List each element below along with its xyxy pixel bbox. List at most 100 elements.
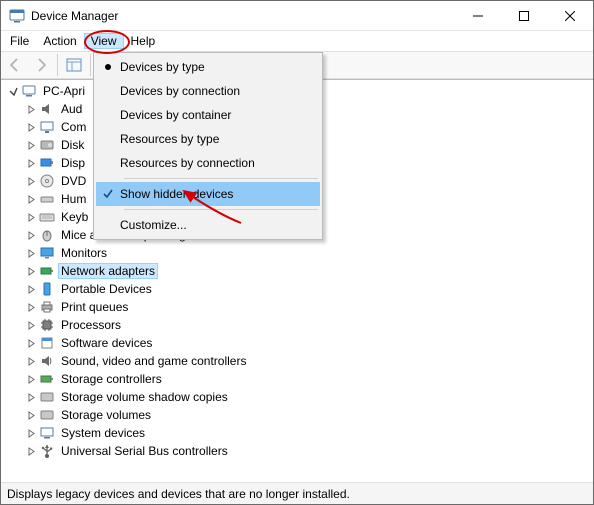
menu-action[interactable]: Action: [36, 33, 83, 49]
tree-item-label: Monitors: [59, 246, 109, 260]
menu-resources-by-connection[interactable]: Resources by connection: [96, 151, 320, 175]
expand-icon[interactable]: [23, 353, 39, 369]
tree-item-storage-controllers[interactable]: Storage controllers: [3, 370, 593, 388]
menu-view[interactable]: View: [84, 33, 124, 49]
menu-customize[interactable]: Customize...: [96, 213, 320, 237]
storage-controller-icon: [39, 371, 55, 387]
expand-icon[interactable]: [23, 209, 39, 225]
toolbar-divider: [90, 54, 91, 76]
expand-icon[interactable]: [23, 137, 39, 153]
menu-devices-by-connection[interactable]: Devices by connection: [96, 79, 320, 103]
menu-resources-by-type[interactable]: Resources by type: [96, 127, 320, 151]
tree-item-label: Storage volume shadow copies: [59, 390, 230, 404]
menu-separator: [124, 209, 318, 210]
expand-icon[interactable]: [23, 119, 39, 135]
tree-item-label: Software devices: [59, 336, 154, 350]
computer-icon: [21, 83, 37, 99]
tree-item-sound[interactable]: Sound, video and game controllers: [3, 352, 593, 370]
expand-icon[interactable]: [23, 389, 39, 405]
tree-item-label: System devices: [59, 426, 147, 440]
expand-icon[interactable]: [23, 317, 39, 333]
menu-separator: [124, 178, 318, 179]
radio-bullet-icon: [96, 64, 120, 70]
tree-item-label: Hum: [59, 192, 88, 206]
tree-root-label: PC-Apri: [41, 84, 87, 98]
titlebar: Device Manager: [1, 1, 593, 31]
menu-item-label: Devices by container: [120, 108, 231, 122]
processor-icon: [39, 317, 55, 333]
tree-item-label: Keyb: [59, 210, 90, 224]
tree-item-monitors[interactable]: Monitors: [3, 244, 593, 262]
menu-file[interactable]: File: [3, 33, 36, 49]
menu-item-label: Devices by connection: [120, 84, 240, 98]
tree-item-label: Sound, video and game controllers: [59, 354, 248, 368]
dvd-icon: [39, 173, 55, 189]
tree-item-label: Aud: [59, 102, 84, 116]
maximize-button[interactable]: [501, 1, 547, 31]
menu-show-hidden-devices[interactable]: Show hidden devices: [96, 182, 320, 206]
display-adapter-icon: [39, 155, 55, 171]
disk-icon: [39, 137, 55, 153]
volume-icon: [39, 407, 55, 423]
expand-icon[interactable]: [23, 227, 39, 243]
menu-item-label: Devices by type: [120, 60, 205, 74]
window-root: Device Manager File Action View Help ? P…: [0, 0, 594, 505]
tree-item-portable[interactable]: Portable Devices: [3, 280, 593, 298]
tree-item-network-adapters[interactable]: Network adapters: [3, 262, 593, 280]
software-icon: [39, 335, 55, 351]
menu-help[interactable]: Help: [124, 33, 163, 49]
tree-item-processors[interactable]: Processors: [3, 316, 593, 334]
minimize-button[interactable]: [455, 1, 501, 31]
tree-item-label: Processors: [59, 318, 123, 332]
volume-icon: [39, 389, 55, 405]
tree-item-software-devices[interactable]: Software devices: [3, 334, 593, 352]
expand-icon[interactable]: [23, 173, 39, 189]
expand-icon[interactable]: [23, 443, 39, 459]
check-icon: [96, 188, 120, 200]
back-button[interactable]: [3, 53, 27, 77]
tree-item-print-queues[interactable]: Print queues: [3, 298, 593, 316]
status-text: Displays legacy devices and devices that…: [7, 487, 350, 501]
expand-icon[interactable]: [23, 425, 39, 441]
tree-item-shadow-copies[interactable]: Storage volume shadow copies: [3, 388, 593, 406]
close-button[interactable]: [547, 1, 593, 31]
pc-icon: [39, 119, 55, 135]
menu-devices-by-container[interactable]: Devices by container: [96, 103, 320, 127]
tree-item-label: Network adapters: [59, 264, 157, 278]
expand-icon[interactable]: [23, 263, 39, 279]
menu-item-label: Customize...: [120, 218, 187, 232]
tree-item-label: Com: [59, 120, 88, 134]
app-icon: [9, 8, 25, 24]
expand-icon[interactable]: [23, 155, 39, 171]
sound-icon: [39, 353, 55, 369]
tree-item-usb[interactable]: Universal Serial Bus controllers: [3, 442, 593, 460]
forward-button[interactable]: [29, 53, 53, 77]
collapse-icon[interactable]: [5, 83, 21, 99]
tree-item-label: Portable Devices: [59, 282, 154, 296]
system-icon: [39, 425, 55, 441]
show-hide-console-tree-button[interactable]: [62, 53, 86, 77]
menu-devices-by-type[interactable]: Devices by type: [96, 55, 320, 79]
monitor-icon: [39, 245, 55, 261]
speaker-icon: [39, 101, 55, 117]
expand-icon[interactable]: [23, 191, 39, 207]
tree-item-system-devices[interactable]: System devices: [3, 424, 593, 442]
window-title: Device Manager: [31, 9, 118, 23]
mouse-icon: [39, 227, 55, 243]
tree-item-storage-volumes[interactable]: Storage volumes: [3, 406, 593, 424]
expand-icon[interactable]: [23, 335, 39, 351]
expand-icon[interactable]: [23, 281, 39, 297]
tree-item-label: Universal Serial Bus controllers: [59, 444, 230, 458]
menubar: File Action View Help: [1, 31, 593, 51]
expand-icon[interactable]: [23, 299, 39, 315]
expand-icon[interactable]: [23, 245, 39, 261]
portable-icon: [39, 281, 55, 297]
hid-icon: [39, 191, 55, 207]
keyboard-icon: [39, 209, 55, 225]
expand-icon[interactable]: [23, 371, 39, 387]
tree-item-label: DVD: [59, 174, 88, 188]
tree-item-label: Storage controllers: [59, 372, 164, 386]
expand-icon[interactable]: [23, 407, 39, 423]
tree-item-label: Print queues: [59, 300, 130, 314]
expand-icon[interactable]: [23, 101, 39, 117]
